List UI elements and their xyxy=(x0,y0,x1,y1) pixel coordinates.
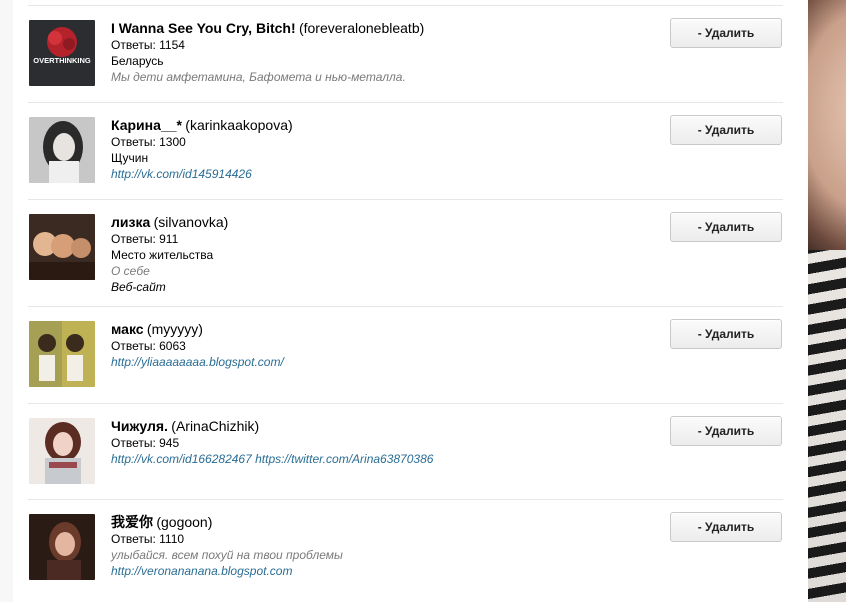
follower-login: (karinkaakopova) xyxy=(185,117,293,133)
row-divider xyxy=(28,403,783,404)
follower-login: (gogoon) xyxy=(156,514,213,530)
delete-button[interactable]: - Удалить xyxy=(670,115,782,145)
about-text: Мы дети амфетамина, Бафомета и нью-метал… xyxy=(111,70,406,84)
location-text: Щучин xyxy=(111,151,149,165)
location-text: Беларусь xyxy=(111,54,164,68)
avatar-image xyxy=(29,514,95,580)
avatar-image xyxy=(29,214,95,280)
avatar-image xyxy=(29,321,95,387)
avatar[interactable] xyxy=(29,418,95,484)
delete-button[interactable]: - Удалить xyxy=(670,18,782,48)
website-label: Веб-сайт xyxy=(111,280,166,294)
avatar[interactable]: OVERTHINKING xyxy=(29,20,95,86)
follower-row: OVERTHINKING I Wanna See You Cry, Bitch!… xyxy=(28,18,783,100)
followers-panel: OVERTHINKING I Wanna See You Cry, Bitch!… xyxy=(13,0,808,602)
answers-count: Ответы: 1154 xyxy=(111,38,185,52)
follower-info: макс (myyyyy) Ответы: 6063 http://yliaaa… xyxy=(111,321,631,370)
left-background xyxy=(0,0,14,602)
delete-button[interactable]: - Удалить xyxy=(670,416,782,446)
avatar-image xyxy=(29,117,95,183)
follower-login: (silvanovka) xyxy=(153,214,229,230)
follower-row: макс (myyyyy) Ответы: 6063 http://yliaaa… xyxy=(28,319,783,401)
row-divider xyxy=(28,306,783,307)
avatar[interactable] xyxy=(29,214,95,280)
avatar[interactable] xyxy=(29,514,95,580)
follower-login: (myyyyy) xyxy=(146,321,203,337)
blog-link[interactable]: http://yliaaaaaaaa.blogspot.com/ xyxy=(111,354,631,370)
delete-button[interactable]: - Удалить xyxy=(670,512,782,542)
twitter-link[interactable]: https://twitter.com/Arina63870386 xyxy=(255,452,433,466)
background-photo xyxy=(808,0,846,602)
follower-login: (ArinaChizhik) xyxy=(171,418,260,434)
follower-row: 我爱你 (gogoon) Ответы: 1110 улыбайся. всем… xyxy=(28,512,783,594)
avatar[interactable] xyxy=(29,117,95,183)
about-text: улыбайся. всем похуй на твои проблемы xyxy=(111,548,343,562)
avatar[interactable] xyxy=(29,321,95,387)
follower-login: (foreveralonebleatb) xyxy=(298,20,425,36)
follower-row: Чижуля. (ArinaChizhik) Ответы: 945 http:… xyxy=(28,416,783,498)
follower-row: лизка (silvanovka) Ответы: 911 Место жит… xyxy=(28,212,783,304)
answers-count: Ответы: 6063 xyxy=(111,339,186,353)
answers-count: Ответы: 1110 xyxy=(111,532,185,546)
location-label: Место жительства xyxy=(111,248,214,262)
follower-info: лизка (silvanovka) Ответы: 911 Место жит… xyxy=(111,214,631,295)
follower-info: Карина__* (karinkaakopova) Ответы: 1300 … xyxy=(111,117,631,182)
answers-count: Ответы: 911 xyxy=(111,232,179,246)
delete-button[interactable]: - Удалить xyxy=(670,212,782,242)
row-divider xyxy=(28,102,783,103)
follower-name[interactable]: 我爱你 xyxy=(111,514,153,530)
row-divider xyxy=(28,199,783,200)
follower-name[interactable]: Карина__* xyxy=(111,117,182,133)
row-divider xyxy=(28,499,783,500)
profile-link[interactable]: http://vk.com/id145914426 xyxy=(111,166,631,182)
background-photo-face xyxy=(808,0,846,250)
answers-count: Ответы: 1300 xyxy=(111,135,186,149)
follower-row: Карина__* (karinkaakopova) Ответы: 1300 … xyxy=(28,115,783,197)
follower-name[interactable]: I Wanna See You Cry, Bitch! xyxy=(111,20,296,36)
delete-button[interactable]: - Удалить xyxy=(670,319,782,349)
follower-info: Чижуля. (ArinaChizhik) Ответы: 945 http:… xyxy=(111,418,631,467)
blog-link[interactable]: http://veronananana.blogspot.com xyxy=(111,563,631,579)
follower-name[interactable]: лизка xyxy=(111,214,150,230)
avatar-text: OVERTHINKING xyxy=(33,56,91,65)
avatar-image: OVERTHINKING xyxy=(29,20,95,86)
follower-info: I Wanna See You Cry, Bitch! (foreveralon… xyxy=(111,20,631,85)
avatar-image xyxy=(29,418,95,484)
follower-name[interactable]: макс xyxy=(111,321,144,337)
about-label: О себе xyxy=(111,264,150,278)
follower-info: 我爱你 (gogoon) Ответы: 1110 улыбайся. всем… xyxy=(111,514,631,579)
answers-count: Ответы: 945 xyxy=(111,436,180,450)
follower-name[interactable]: Чижуля. xyxy=(111,418,168,434)
top-divider xyxy=(28,5,783,6)
vk-link[interactable]: http://vk.com/id166282467 xyxy=(111,452,252,466)
